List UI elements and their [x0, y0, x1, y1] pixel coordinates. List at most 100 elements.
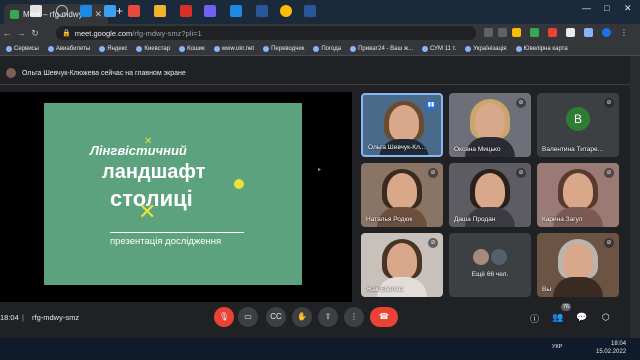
- bookmark-item[interactable]: Приват24 - Ваш ж...: [350, 45, 413, 52]
- extension-icon[interactable]: [530, 28, 539, 37]
- extension-icon[interactable]: [548, 28, 557, 37]
- search-icon[interactable]: [56, 5, 68, 17]
- more-participants-label: Ещё 66 чел.: [471, 271, 509, 278]
- separator: |: [22, 313, 24, 322]
- app-icon[interactable]: [180, 5, 192, 17]
- tab-close-icon[interactable]: ✕: [94, 9, 102, 20]
- skype-icon[interactable]: [230, 5, 242, 17]
- mic-off-icon: ⊘: [604, 238, 614, 248]
- participant-tile[interactable]: ⊘ Наталья Родюк: [361, 163, 443, 227]
- file-explorer-icon[interactable]: [154, 5, 166, 17]
- forward-icon[interactable]: →: [14, 28, 28, 38]
- leave-call-button[interactable]: ☎: [370, 307, 398, 327]
- bookmark-item[interactable]: Ювелірна карта: [515, 45, 568, 52]
- participant-avatar: В: [566, 107, 590, 131]
- new-tab-icon[interactable]: +: [116, 4, 123, 18]
- self-view-tile[interactable]: ⊘ Вы: [537, 233, 619, 297]
- slide-title-line2: ландшафт: [102, 161, 206, 183]
- puzzle-icon[interactable]: [566, 28, 575, 37]
- extension-icon[interactable]: [584, 28, 593, 37]
- participant-tile[interactable]: ⊘ Оксана Мицько: [449, 93, 531, 157]
- participant-tile[interactable]: ▮▮ Ольга Шевчук-Кл...: [361, 93, 443, 157]
- chrome-icon[interactable]: [280, 5, 292, 17]
- zoom-app-icon[interactable]: [80, 5, 92, 17]
- mic-off-icon: ⊘: [604, 98, 614, 108]
- mic-toggle-button[interactable]: 🎙: [214, 307, 234, 327]
- page-scrollbar[interactable]: [630, 56, 640, 338]
- participant-name: Оксана Мицько: [454, 146, 501, 153]
- bookmark-item[interactable]: Сервисы: [6, 45, 39, 52]
- taskbar-clock[interactable]: 18:04 15.02.2022: [596, 340, 626, 356]
- browser-tab-strip: Meet – rfg-mdwy-smz ✕ + — □ ✕: [0, 0, 640, 24]
- more-options-button[interactable]: ⋮: [344, 307, 364, 327]
- speaking-indicator-icon: ▮▮: [426, 100, 436, 110]
- mic-off-icon: ⊘: [516, 168, 526, 178]
- participant-name: Вы: [542, 286, 552, 293]
- participant-tile[interactable]: В ⊘ Валентина Титаре...: [537, 93, 619, 157]
- camera-indicator-icon[interactable]: [484, 28, 493, 37]
- bookmark-item[interactable]: Кошик: [179, 45, 205, 52]
- participant-video: [563, 243, 593, 279]
- windows-taskbar: [0, 338, 640, 360]
- viber-icon[interactable]: [204, 5, 216, 17]
- presenter-avatar: [6, 68, 16, 78]
- maximize-icon[interactable]: □: [604, 3, 609, 13]
- bookmarks-bar: Сервисы Авиабилеты Яндекс Киевстар Кошик…: [0, 42, 640, 56]
- activities-icon[interactable]: ⬡: [602, 312, 610, 323]
- bookmark-item[interactable]: www.ukr.net: [213, 45, 254, 52]
- windows-start-icon[interactable]: [30, 5, 42, 17]
- participant-tile[interactable]: ⊘ Карина Загул: [537, 163, 619, 227]
- meet-favicon-icon: [10, 9, 19, 19]
- bookmark-item[interactable]: Переводчик: [263, 45, 304, 52]
- system-tray-lang[interactable]: УКР: [552, 344, 562, 350]
- bookmark-item[interactable]: Авиабилеты: [47, 45, 90, 52]
- menu-dots-icon[interactable]: ⋮: [620, 28, 629, 37]
- participant-video: [563, 173, 593, 209]
- mic-off-icon: ⊘: [428, 168, 438, 178]
- reload-icon[interactable]: ↻: [28, 28, 42, 39]
- participant-video: [389, 105, 419, 141]
- window-close-icon[interactable]: ✕: [624, 3, 632, 14]
- captions-button[interactable]: CC: [266, 307, 286, 327]
- raise-hand-button[interactable]: ✋: [292, 307, 312, 327]
- participant-tile[interactable]: ⊘ Даша Продан: [449, 163, 531, 227]
- share-icon[interactable]: [498, 28, 507, 37]
- participant-name: Карина Загул: [542, 216, 583, 223]
- participant-video: [387, 173, 417, 209]
- app-icon[interactable]: [104, 5, 116, 17]
- participants-count-badge: 76: [561, 303, 571, 311]
- info-icon[interactable]: ⓘ: [530, 312, 539, 325]
- chat-icon[interactable]: 💬: [576, 312, 587, 323]
- people-icon[interactable]: 👥: [552, 312, 563, 323]
- word-icon[interactable]: [304, 5, 316, 17]
- bookmark-star-icon[interactable]: [512, 28, 521, 37]
- participant-avatar: [473, 249, 489, 265]
- app-icon[interactable]: [128, 5, 140, 17]
- clock-time: 18:04: [611, 341, 627, 347]
- slide-decoration-cross: ✕: [138, 199, 157, 224]
- minimize-icon[interactable]: —: [582, 3, 591, 13]
- mic-off-icon: ⊘: [516, 98, 526, 108]
- present-now-button[interactable]: ⇧: [318, 307, 338, 327]
- mic-off-icon: ⊘: [604, 168, 614, 178]
- participant-name: Наталья Родюк: [366, 216, 413, 223]
- participant-name: Ольга Шевчук-Кл...: [368, 144, 426, 151]
- back-icon[interactable]: ←: [0, 28, 14, 38]
- participant-tile[interactable]: ⊘ Жак Евеліна: [361, 233, 443, 297]
- app-icon[interactable]: [256, 5, 268, 17]
- camera-toggle-button[interactable]: ▭: [238, 307, 258, 327]
- bookmark-item[interactable]: Яндекс: [99, 45, 127, 52]
- presenter-banner: Ольга Шевчук-Клюжева сейчас на главном э…: [0, 64, 630, 82]
- bookmark-item[interactable]: СУМ 11 т.: [422, 45, 456, 52]
- more-participants-tile[interactable]: Ещё 66 чел.: [449, 233, 531, 297]
- participant-avatar: [491, 249, 507, 265]
- bookmark-item[interactable]: Киевстар: [136, 45, 170, 52]
- bookmark-item[interactable]: Погода: [313, 45, 341, 52]
- address-bar[interactable]: 🔒 meet.google.com/rfg-mdwy-smz?pli=1: [56, 26, 476, 40]
- cursor-icon: ▸: [318, 167, 322, 173]
- lock-icon: 🔒: [62, 30, 71, 37]
- participant-video: [387, 243, 417, 279]
- bookmark-item[interactable]: Українізація: [465, 45, 507, 52]
- participant-name: Даша Продан: [454, 216, 496, 223]
- profile-avatar[interactable]: [602, 28, 611, 37]
